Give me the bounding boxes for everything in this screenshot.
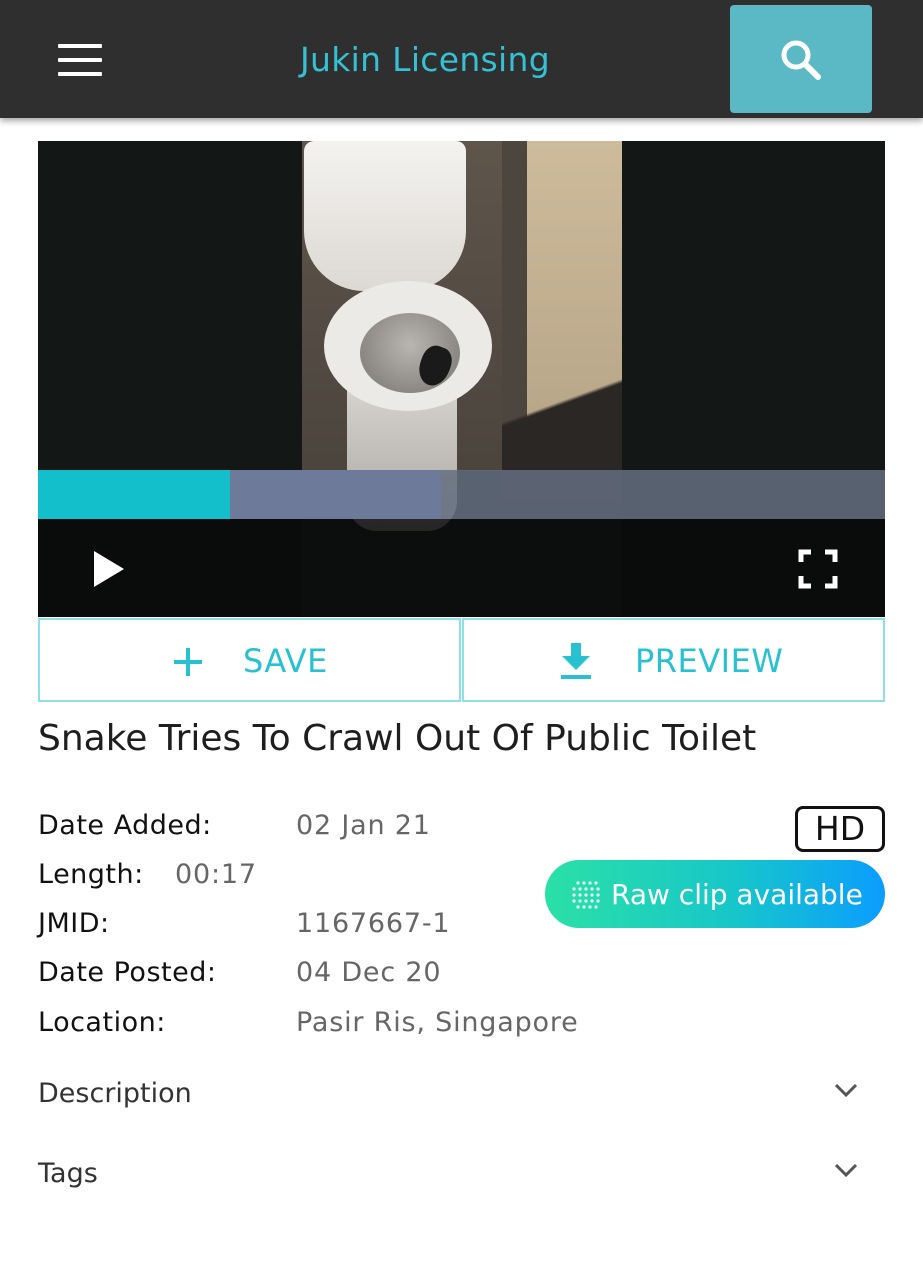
- plus-icon: [174, 648, 202, 676]
- clip-title: Snake Tries To Crawl Out Of Public Toile…: [38, 718, 757, 759]
- progress-played: [38, 470, 230, 519]
- top-app-bar: Jukin Licensing: [0, 0, 923, 118]
- tags-accordion[interactable]: Tags: [38, 1144, 885, 1204]
- description-accordion[interactable]: Description: [38, 1064, 885, 1124]
- raw-clip-dots-icon: [572, 881, 600, 909]
- description-label: Description: [38, 1078, 192, 1109]
- date-added-label: Date Added:: [38, 810, 212, 841]
- video-controls: [38, 519, 885, 617]
- jmid-label: JMID:: [38, 908, 110, 939]
- video-progress-bar[interactable]: [38, 470, 885, 519]
- hd-badge: HD: [795, 806, 885, 852]
- date-posted-label: Date Posted:: [38, 957, 217, 988]
- preview-label: PREVIEW: [635, 642, 784, 680]
- brand-title[interactable]: Jukin Licensing: [300, 40, 550, 79]
- location-value: Pasir Ris, Singapore: [296, 1007, 579, 1038]
- chevron-down-icon: [834, 1163, 858, 1178]
- length-value: 00:17: [175, 859, 257, 890]
- jmid-value: 1167667-1: [296, 908, 451, 939]
- play-icon[interactable]: [86, 547, 130, 591]
- raw-clip-available-button[interactable]: Raw clip available: [545, 860, 885, 928]
- download-icon: [561, 643, 591, 679]
- date-posted-value: 04 Dec 20: [296, 957, 442, 988]
- save-label: SAVE: [243, 642, 328, 680]
- chevron-down-icon: [834, 1083, 858, 1098]
- save-button[interactable]: SAVE: [38, 618, 461, 702]
- length-label: Length:: [38, 859, 144, 890]
- video-player[interactable]: [38, 141, 885, 617]
- clip-actions: SAVE PREVIEW: [38, 618, 885, 702]
- fullscreen-icon[interactable]: [798, 549, 838, 589]
- search-icon: [781, 40, 821, 80]
- date-added-value: 02 Jan 21: [296, 810, 431, 841]
- search-button[interactable]: [730, 5, 872, 113]
- hamburger-menu-icon[interactable]: [52, 36, 108, 84]
- tags-label: Tags: [38, 1158, 98, 1189]
- raw-clip-label: Raw clip available: [611, 878, 863, 911]
- preview-button[interactable]: PREVIEW: [462, 618, 885, 702]
- location-label: Location:: [38, 1007, 166, 1038]
